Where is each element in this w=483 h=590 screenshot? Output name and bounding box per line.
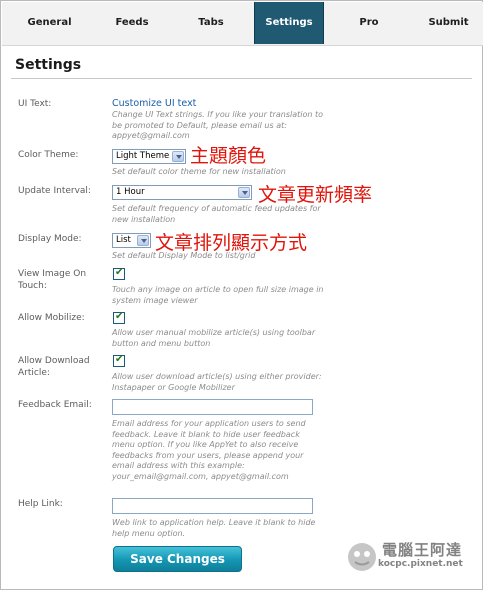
view-image-description: Touch any image on article to open full … xyxy=(112,285,324,305)
update-interval-description: Set default frequency of automatic feed … xyxy=(112,204,321,224)
tab-bar: General Feeds Tabs Settings Pro Submit xyxy=(2,2,483,46)
color-theme-value: Light Theme xyxy=(116,151,170,161)
help-link-label: Help Link: xyxy=(18,499,63,509)
chevron-down-icon xyxy=(137,235,149,246)
help-link-field[interactable] xyxy=(112,498,313,514)
allow-mobilize-checkbox[interactable]: ✔ xyxy=(113,311,125,324)
chevron-down-icon xyxy=(238,187,250,198)
color-theme-label: Color Theme: xyxy=(18,150,79,160)
allow-mobilize-description: Allow user manual mobilize article(s) us… xyxy=(112,328,316,348)
allow-download-label: Allow Download Article: xyxy=(18,356,90,378)
help-link-description: Web link to application help. Leave it b… xyxy=(112,518,316,538)
checkmark-icon: ✔ xyxy=(115,267,124,278)
feedback-email-description: Email address for your application users… xyxy=(112,419,306,481)
watermark-title: 電腦王阿達 xyxy=(382,541,463,559)
checkmark-icon: ✔ xyxy=(115,311,124,322)
checkmark-icon: ✔ xyxy=(115,354,124,365)
tab-submit[interactable]: Submit xyxy=(414,2,483,44)
tab-tabs[interactable]: Tabs xyxy=(167,2,255,44)
watermark: 電腦王阿達 kocpc.pixnet.net xyxy=(344,537,476,577)
allow-download-description: Allow user download article(s) using eit… xyxy=(112,372,322,392)
settings-page: General Feeds Tabs Settings Pro Submit S… xyxy=(0,0,483,590)
ui-text-label: UI Text: xyxy=(18,99,52,109)
page-title: Settings xyxy=(15,57,82,73)
display-mode-value: List xyxy=(116,235,131,245)
chevron-down-icon xyxy=(172,151,184,162)
watermark-url: kocpc.pixnet.net xyxy=(378,559,463,569)
feedback-email-field[interactable] xyxy=(112,399,313,415)
allow-download-checkbox[interactable]: ✔ xyxy=(113,354,125,367)
ui-text-description: Change UI Text strings. If you like your… xyxy=(112,110,324,140)
feedback-email-label: Feedback Email: xyxy=(18,400,92,410)
color-theme-annotation: 主題顏色 xyxy=(190,145,267,167)
display-mode-select[interactable]: List xyxy=(112,233,151,248)
save-changes-button[interactable]: Save Changes xyxy=(113,546,242,572)
display-mode-label: Display Mode: xyxy=(18,234,82,244)
customize-ui-text-link[interactable]: Customize UI text xyxy=(112,98,196,109)
color-theme-select[interactable]: Light Theme xyxy=(112,149,186,164)
allow-mobilize-label: Allow Mobilize: xyxy=(18,313,85,323)
update-interval-select[interactable]: 1 Hour xyxy=(112,185,252,200)
tab-settings[interactable]: Settings xyxy=(254,2,324,44)
color-theme-description: Set default color theme for new installa… xyxy=(112,167,286,176)
tab-general[interactable]: General xyxy=(2,2,97,44)
tab-feeds[interactable]: Feeds xyxy=(97,2,167,44)
title-divider xyxy=(11,78,472,79)
mascot-logo-icon xyxy=(348,543,376,571)
view-image-checkbox[interactable]: ✔ xyxy=(113,267,125,280)
update-interval-value: 1 Hour xyxy=(116,187,145,197)
update-interval-annotation: 文章更新頻率 xyxy=(258,184,373,206)
view-image-label: View Image On Touch: xyxy=(18,269,87,291)
tab-pro[interactable]: Pro xyxy=(324,2,414,44)
display-mode-description: Set default Display Mode to list/grid xyxy=(112,251,256,260)
update-interval-label: Update Interval: xyxy=(18,186,91,196)
